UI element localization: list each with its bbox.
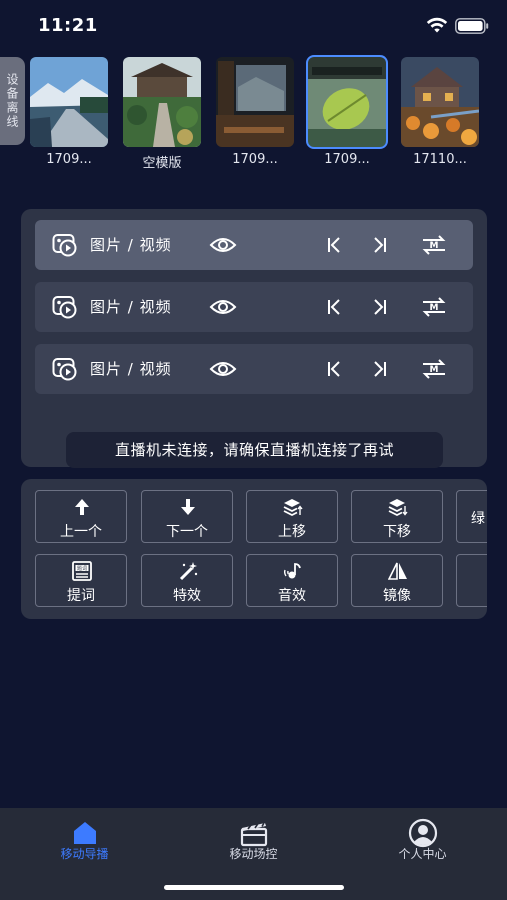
previous-button[interactable]: 上一个 xyxy=(35,490,127,543)
thumbnail-1-label: 1709... xyxy=(46,152,92,167)
loop-icon[interactable]: M xyxy=(419,355,449,383)
wifi-icon xyxy=(426,17,448,33)
device-offline-tag[interactable]: 设备离线 xyxy=(0,57,25,145)
thumbnail-1[interactable] xyxy=(30,57,108,147)
nav-label: 个人中心 xyxy=(398,847,447,861)
loop-icon[interactable]: M xyxy=(419,293,449,321)
status-bar: 11:21 xyxy=(0,0,507,50)
playlist-row[interactable]: 图片 / 视频 M xyxy=(35,282,473,332)
layer-down-icon xyxy=(388,499,408,517)
effects-button[interactable]: 特效 xyxy=(141,554,233,607)
thumbnail-image xyxy=(308,57,386,147)
svg-text:M: M xyxy=(430,241,439,251)
thumbnail-image xyxy=(401,57,479,147)
tool-label: 上一个 xyxy=(60,524,102,540)
home-indicator xyxy=(164,885,344,890)
tool-label: 下移 xyxy=(383,524,411,540)
thumbnail-image xyxy=(216,57,294,147)
tool-label: 上移 xyxy=(278,524,306,540)
media-icon xyxy=(52,296,77,319)
arrow-down-icon xyxy=(181,499,195,515)
nav-label: 移动导播 xyxy=(60,847,109,861)
svg-text:M: M xyxy=(430,303,439,313)
tool-label: 音效 xyxy=(278,588,306,604)
music-note-icon xyxy=(283,563,301,579)
previous-icon[interactable] xyxy=(326,360,342,378)
eye-icon[interactable] xyxy=(209,297,237,317)
next-icon[interactable] xyxy=(372,236,388,254)
more-tool-button[interactable] xyxy=(456,554,487,607)
playlist-row[interactable]: 图片 / 视频 M xyxy=(35,220,473,270)
next-button[interactable]: 下一个 xyxy=(141,490,233,543)
tool-label: 镜像 xyxy=(383,588,411,604)
thumbnail-3[interactable] xyxy=(216,57,294,147)
mirror-button[interactable]: 镜像 xyxy=(351,554,443,607)
loop-icon[interactable]: M xyxy=(419,231,449,259)
clapperboard-icon xyxy=(240,822,268,847)
tool-label: 特效 xyxy=(173,588,201,604)
playlist-panel: 图片 / 视频 M 图片 / 视频 M 图片 / 视频 M xyxy=(21,209,487,467)
row-label: 图片 / 视频 xyxy=(90,298,172,316)
prompter-button[interactable]: 题词 提词 xyxy=(35,554,127,607)
thumbnail-5[interactable] xyxy=(401,57,479,147)
tool-label: 下一个 xyxy=(166,524,208,540)
user-icon xyxy=(408,818,438,848)
prompter-icon: 题词 xyxy=(72,561,92,581)
move-down-button[interactable]: 下移 xyxy=(351,490,443,543)
thumbnail-4[interactable] xyxy=(306,55,388,149)
thumbnail-image xyxy=(30,57,108,147)
media-icon xyxy=(52,358,77,381)
nav-item-mobile-director[interactable]: 移动导播 xyxy=(0,808,169,878)
next-icon[interactable] xyxy=(372,360,388,378)
eye-icon[interactable] xyxy=(209,359,237,379)
svg-text:题词: 题词 xyxy=(77,565,87,572)
row-label: 图片 / 视频 xyxy=(90,236,172,254)
toast-message: 直播机未连接，请确保直播机连接了再试 xyxy=(66,432,443,468)
magic-wand-icon xyxy=(179,562,198,581)
previous-icon[interactable] xyxy=(326,298,342,316)
row-label: 图片 / 视频 xyxy=(90,360,172,378)
eye-icon[interactable] xyxy=(209,235,237,255)
mirror-icon xyxy=(388,562,407,580)
tool-label: 提词 xyxy=(67,588,95,604)
media-icon xyxy=(52,234,77,257)
thumbnail-5-label: 17110... xyxy=(413,152,467,167)
tools-panel: 上一个 下一个 上移 下移 绿 题词 提词 特效 音效 镜像 xyxy=(21,479,487,619)
playlist-row[interactable]: 图片 / 视频 M xyxy=(35,344,473,394)
thumbnail-2-label: 空模版 xyxy=(142,156,182,171)
svg-text:M: M xyxy=(430,365,439,375)
arrow-up-icon xyxy=(75,499,89,515)
tool-label: 绿 xyxy=(471,511,485,527)
battery-icon xyxy=(455,18,489,34)
previous-icon[interactable] xyxy=(326,236,342,254)
green-screen-button[interactable]: 绿 xyxy=(456,490,487,543)
thumbnail-2[interactable] xyxy=(123,57,201,147)
thumbnail-3-label: 1709... xyxy=(232,152,278,167)
nav-item-personal-center[interactable]: 个人中心 xyxy=(338,808,507,878)
next-icon[interactable] xyxy=(372,298,388,316)
sound-effects-button[interactable]: 音效 xyxy=(246,554,338,607)
status-time: 11:21 xyxy=(38,15,98,36)
thumbnail-image xyxy=(123,57,201,147)
nav-item-mobile-control[interactable]: 移动场控 xyxy=(169,808,338,878)
home-icon xyxy=(74,822,96,844)
move-up-button[interactable]: 上移 xyxy=(246,490,338,543)
thumbnail-4-label: 1709... xyxy=(324,152,370,167)
nav-label: 移动场控 xyxy=(229,847,278,861)
layer-up-icon xyxy=(283,499,303,517)
